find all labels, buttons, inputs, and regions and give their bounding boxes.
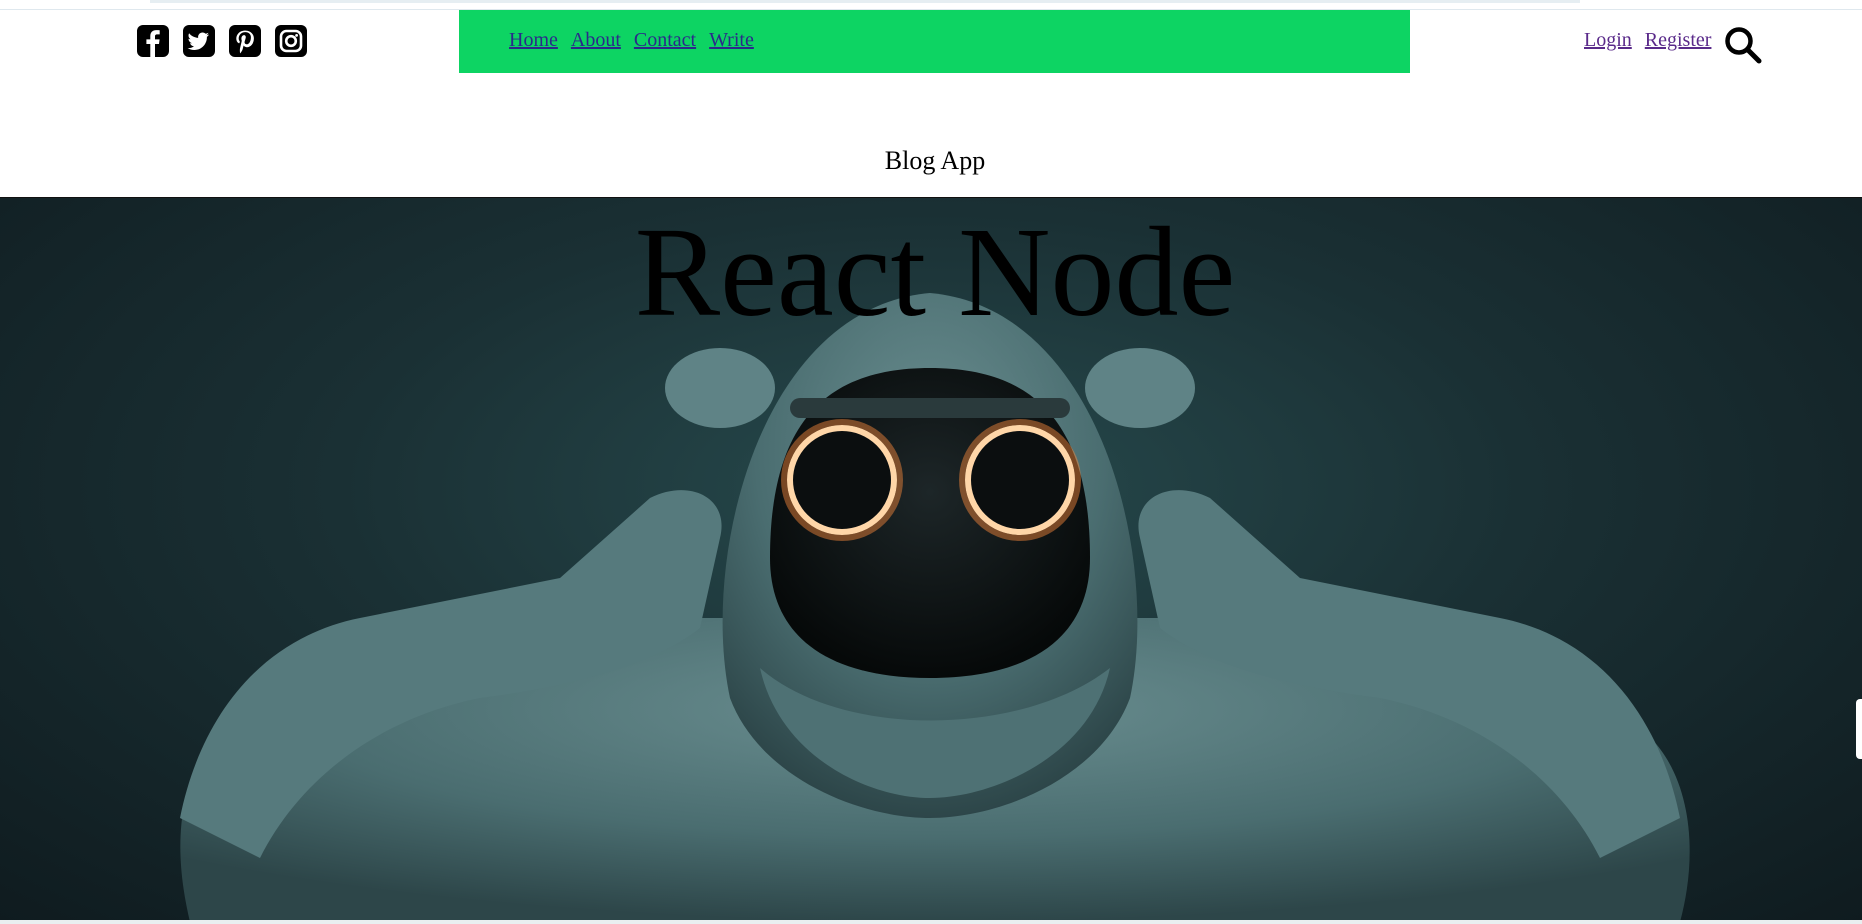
hero-banner: React Node	[0, 197, 1862, 922]
site-title: Blog App	[884, 146, 986, 175]
top-border-inner	[150, 0, 1580, 3]
bottom-border	[0, 920, 1862, 924]
instagram-icon[interactable]	[274, 24, 308, 58]
twitter-square-icon[interactable]	[182, 24, 216, 58]
pinterest-square-icon[interactable]	[228, 24, 262, 58]
auth-links: Login Register	[1584, 29, 1711, 52]
side-scroll-tab[interactable]	[1856, 699, 1862, 759]
nav-home-link[interactable]: Home	[509, 29, 558, 52]
search-icon[interactable]	[1722, 24, 1764, 66]
login-link[interactable]: Login	[1584, 29, 1632, 52]
top-border	[0, 0, 1862, 10]
social-icons	[136, 24, 308, 58]
nav-write-link[interactable]: Write	[709, 29, 754, 52]
nav-contact-link[interactable]: Contact	[634, 29, 696, 52]
main-nav: Home About Contact Write	[509, 29, 754, 52]
register-link[interactable]: Register	[1645, 29, 1712, 52]
nav-about-link[interactable]: About	[571, 29, 621, 52]
facebook-square-icon[interactable]	[136, 24, 170, 58]
hero-title: React Node	[634, 201, 1236, 343]
